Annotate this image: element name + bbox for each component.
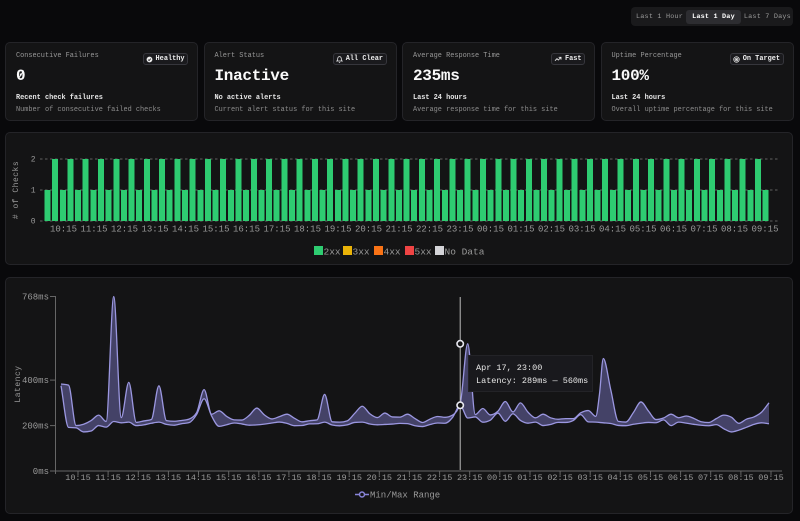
svg-text:11:15: 11:15 [95, 473, 121, 483]
svg-text:200ms: 200ms [22, 422, 49, 432]
svg-text:06:15: 06:15 [668, 473, 694, 483]
svg-text:16:15: 16:15 [246, 473, 272, 483]
svg-text:03:15: 03:15 [577, 473, 603, 483]
svg-text:00:15: 00:15 [487, 473, 513, 483]
svg-text:22:15: 22:15 [427, 473, 453, 483]
svg-text:0ms: 0ms [33, 467, 49, 477]
svg-text:Min/Max Range: Min/Max Range [370, 491, 440, 501]
svg-text:02:15: 02:15 [547, 473, 573, 483]
svg-text:19:15: 19:15 [336, 473, 362, 483]
svg-text:13:15: 13:15 [156, 473, 182, 483]
svg-text:10:15: 10:15 [65, 473, 91, 483]
svg-text:400ms: 400ms [22, 376, 49, 386]
svg-text:09:15: 09:15 [758, 473, 784, 483]
svg-text:20:15: 20:15 [367, 473, 393, 483]
svg-text:17:15: 17:15 [276, 473, 302, 483]
svg-text:05:15: 05:15 [638, 473, 664, 483]
svg-text:04:15: 04:15 [608, 473, 634, 483]
svg-text:18:15: 18:15 [306, 473, 332, 483]
svg-text:Latency: Latency [14, 365, 23, 402]
svg-text:12:15: 12:15 [126, 473, 152, 483]
svg-text:21:15: 21:15 [397, 473, 423, 483]
svg-text:14:15: 14:15 [186, 473, 212, 483]
svg-text:01:15: 01:15 [517, 473, 543, 483]
svg-text:768ms: 768ms [22, 293, 49, 303]
svg-text:08:15: 08:15 [728, 473, 754, 483]
svg-text:07:15: 07:15 [698, 473, 724, 483]
svg-text:15:15: 15:15 [216, 473, 242, 483]
svg-text:23:15: 23:15 [457, 473, 483, 483]
